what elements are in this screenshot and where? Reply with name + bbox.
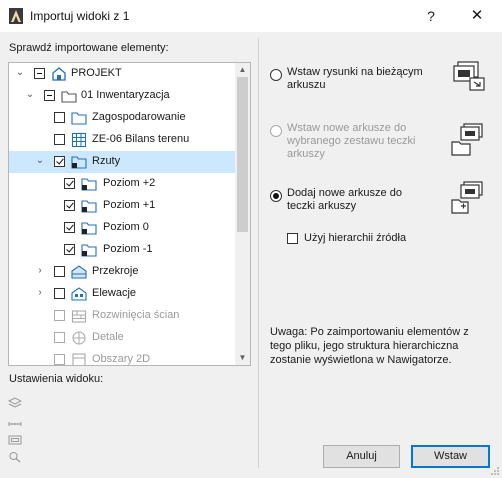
- window-title: Importuj widoki z 1: [30, 9, 130, 23]
- tree-row-poziom-plus2[interactable]: Poziom +2: [9, 173, 235, 195]
- tree-item-label: ZE-06 Bilans terenu: [92, 133, 190, 145]
- tree-row-obszary: Obszary 2D: [9, 349, 235, 365]
- chevron-down-icon[interactable]: ⌄: [35, 156, 45, 166]
- info-note: Uwaga: Po zaimportowaniu elementów z teg…: [270, 326, 469, 366]
- hierarchy-label: Użyj hierarchii źródła: [304, 232, 407, 244]
- place-drawings-icon: [453, 61, 485, 91]
- chevron-down-icon[interactable]: ⌄: [25, 90, 35, 100]
- checkbox-poziom-minus1[interactable]: [64, 244, 75, 255]
- checkbox-elewacje[interactable]: [54, 288, 65, 299]
- worksheet-icon: [72, 353, 86, 365]
- close-button[interactable]: ✕: [462, 5, 492, 27]
- layers-icon: [8, 397, 22, 408]
- wall-icon: [71, 310, 87, 323]
- scroll-up-icon[interactable]: ▲: [237, 64, 248, 76]
- import-tree[interactable]: ⌄ PROJEKT ⌄ 01 Inwentaryzacja Zagospodar…: [8, 62, 251, 366]
- tree-row-poziom-minus1[interactable]: Poziom -1: [9, 239, 235, 261]
- tree-item-label: 01 Inwentaryzacja: [81, 89, 170, 101]
- tree-row-przekroje[interactable]: › Przekroje: [9, 261, 235, 283]
- tree-heading: Sprawdź importowane elementy:: [9, 42, 169, 54]
- checkbox-bilans[interactable]: [54, 134, 65, 145]
- chevron-right-icon[interactable]: ›: [35, 288, 45, 298]
- tree-row-projekt[interactable]: ⌄ PROJEKT: [9, 63, 235, 85]
- tree-item-label: Poziom 0: [103, 221, 149, 233]
- detail-icon: [72, 331, 86, 345]
- tree-item-label: Detale: [92, 331, 124, 343]
- tree-row-bilans[interactable]: ZE-06 Bilans terenu: [9, 129, 235, 151]
- folder-icon: [61, 91, 77, 103]
- view-folder-icon: [81, 200, 97, 213]
- tree-item-label: PROJEKT: [71, 67, 122, 79]
- checkbox-poziom-plus1[interactable]: [64, 200, 75, 211]
- tree-item-label: Obszary 2D: [92, 353, 151, 365]
- checkbox-projekt[interactable]: [34, 68, 45, 79]
- cancel-button[interactable]: Anuluj: [323, 445, 400, 468]
- panel-divider: [258, 38, 259, 468]
- radio-subset-layouts: [270, 125, 282, 137]
- tree-row-poziom-0[interactable]: Poziom 0: [9, 217, 235, 239]
- view-folder-icon: [81, 244, 97, 257]
- option-label: Dodaj nowe arkusze do teczki arkuszy: [287, 187, 402, 212]
- tree-item-label: Elewacje: [92, 287, 137, 299]
- tree-scrollbar[interactable]: ▲ ▼: [235, 63, 250, 365]
- tree-item-label: Poziom -1: [103, 243, 153, 255]
- title-bar: Importuj widoki z 1 ? ✕: [0, 0, 502, 32]
- import-button[interactable]: Wstaw: [411, 445, 490, 468]
- tree-row-detale: Detale: [9, 327, 235, 349]
- checkbox-use-source-hierarchy[interactable]: [287, 233, 298, 244]
- tree-item-label: Rzuty: [92, 155, 121, 167]
- frame-icon: [8, 435, 22, 445]
- checkbox-obszary: [54, 354, 65, 365]
- help-button[interactable]: ?: [418, 5, 444, 27]
- view-folder-icon: [81, 178, 97, 191]
- checkbox-przekroje[interactable]: [54, 266, 65, 277]
- scroll-down-icon[interactable]: ▼: [237, 352, 248, 364]
- tree-item-label: Poziom +1: [103, 199, 156, 211]
- tree-item-label: Poziom +2: [103, 177, 156, 189]
- table-icon: [71, 132, 87, 148]
- view-settings-heading: Ustawienia widoku:: [9, 373, 104, 385]
- tree-item-label: Rozwinięcia ścian: [92, 309, 180, 321]
- zoom-icon: [9, 452, 21, 463]
- radio-new-layouts[interactable]: [270, 190, 282, 202]
- tree-row-inwentaryzacja[interactable]: ⌄ 01 Inwentaryzacja: [9, 85, 235, 107]
- checkbox-detale: [54, 332, 65, 343]
- chevron-right-icon[interactable]: ›: [35, 266, 45, 276]
- archicad-app-icon: [9, 8, 23, 24]
- subset-layouts-icon: [451, 123, 483, 156]
- view-folder-icon: [71, 112, 87, 125]
- option-label: Wstaw nowe arkusze do wybranego zestawu …: [287, 122, 416, 160]
- checkbox-zagospodarowanie[interactable]: [54, 112, 65, 123]
- option-label: Wstaw rysunki na bieżącym arkuszu: [287, 66, 423, 91]
- tree-row-rozwiniecia: Rozwinięcia ścian: [9, 305, 235, 327]
- checkbox-poziom-0[interactable]: [64, 222, 75, 233]
- dimension-icon: [8, 422, 22, 426]
- tree-row-rzuty[interactable]: ⌄ Rzuty: [9, 151, 235, 173]
- view-folder-icon: [81, 222, 97, 235]
- tree-item-label: Zagospodarowanie: [92, 111, 186, 123]
- checkbox-poziom-plus2[interactable]: [64, 178, 75, 189]
- checkbox-inwentaryzacja[interactable]: [44, 90, 55, 101]
- scroll-thumb[interactable]: [237, 77, 248, 232]
- elevation-icon: [71, 287, 87, 301]
- checkbox-rozwiniecia: [54, 310, 65, 321]
- checkbox-rzuty[interactable]: [54, 156, 65, 167]
- tree-row-poziom-plus1[interactable]: Poziom +1: [9, 195, 235, 217]
- tree-row-zagospodarowanie[interactable]: Zagospodarowanie: [9, 107, 235, 129]
- tree-item-label: Przekroje: [92, 265, 139, 277]
- project-icon: [52, 67, 66, 81]
- tree-row-elewacje[interactable]: › Elewacje: [9, 283, 235, 305]
- section-icon: [71, 265, 87, 279]
- chevron-down-icon[interactable]: ⌄: [15, 68, 25, 78]
- view-folder-icon: [71, 156, 87, 169]
- radio-place-drawings[interactable]: [270, 69, 282, 81]
- new-layouts-icon: [451, 181, 483, 214]
- resize-grip-icon[interactable]: [490, 466, 500, 476]
